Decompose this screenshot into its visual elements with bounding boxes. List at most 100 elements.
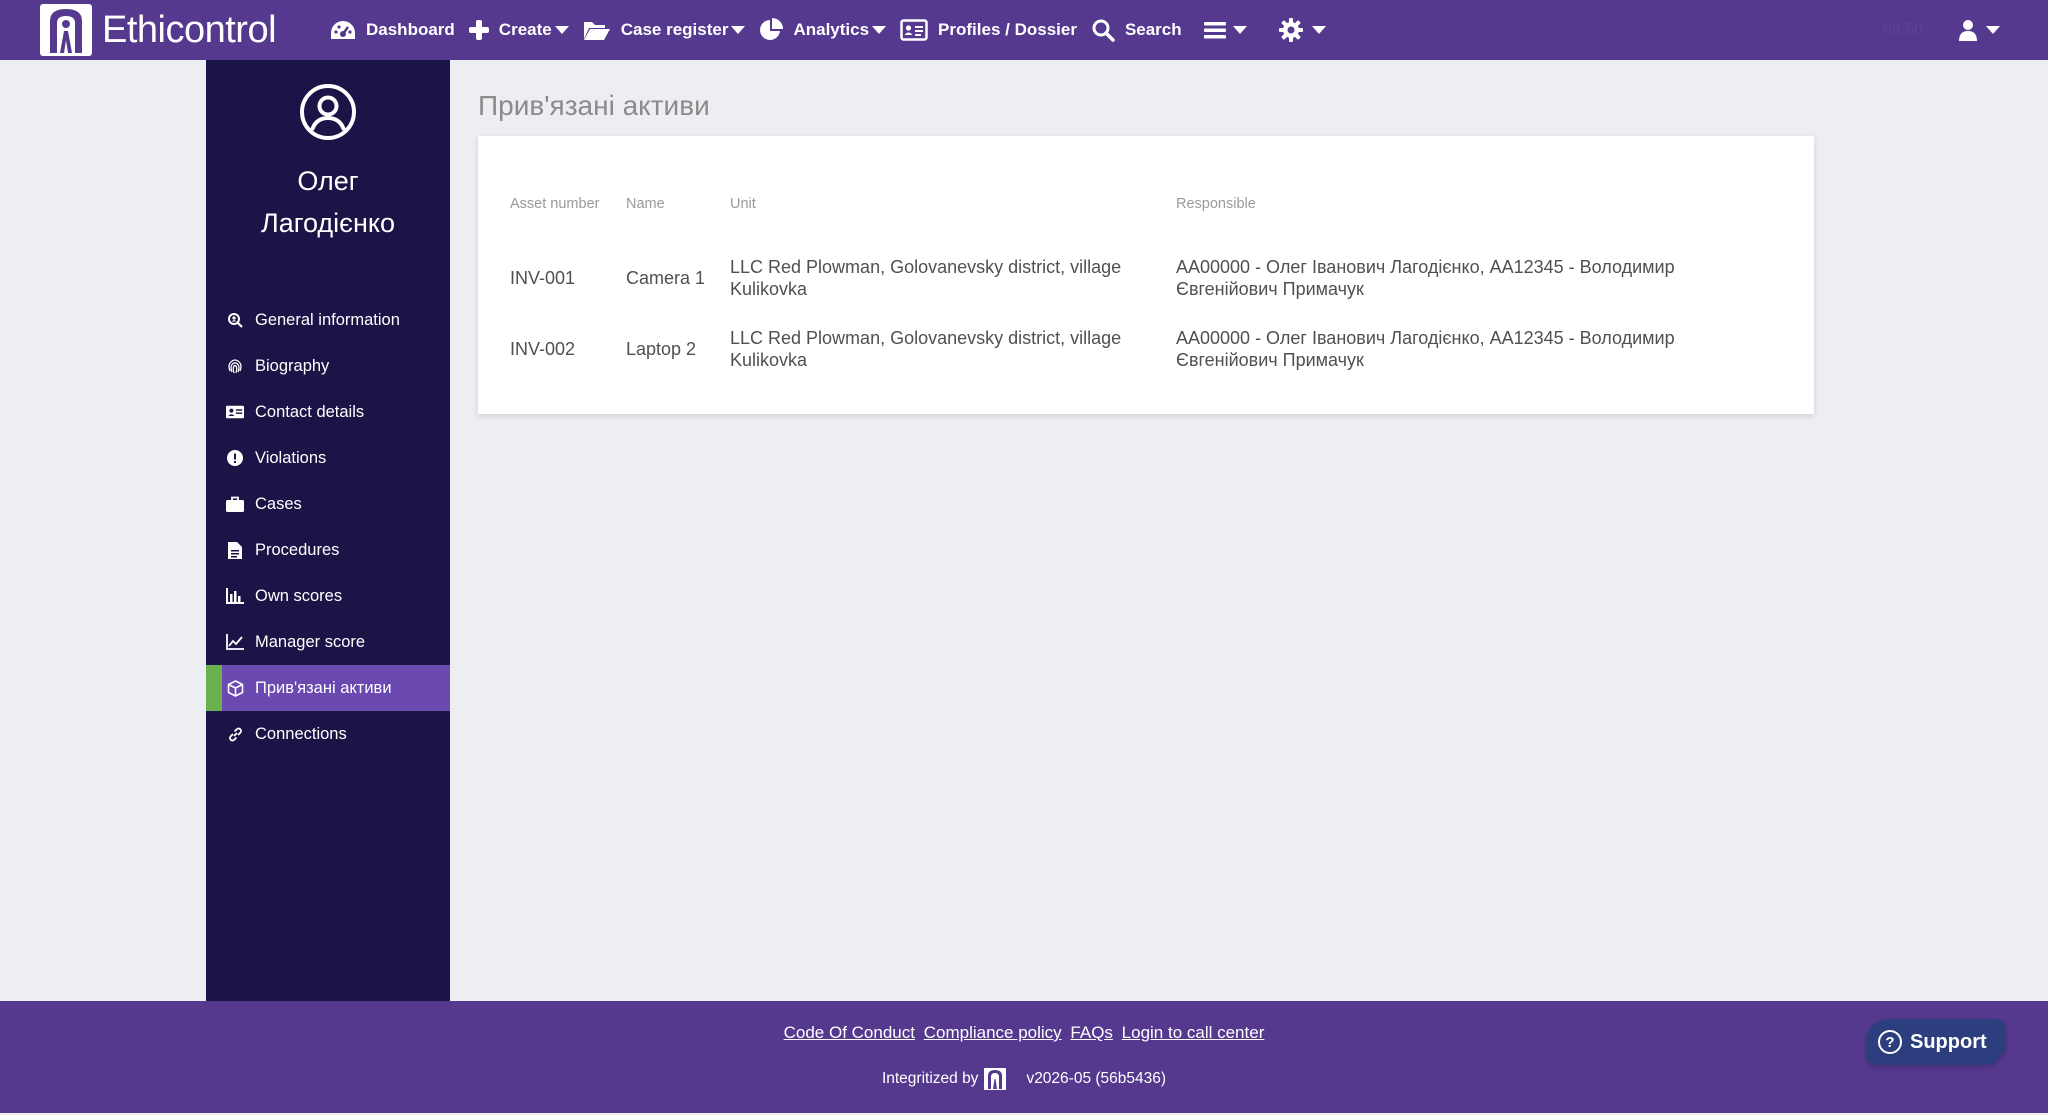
cube-icon xyxy=(226,679,244,697)
integrity-logo-icon xyxy=(984,1068,1007,1090)
chevron-down-icon xyxy=(1311,26,1326,34)
column-header-unit[interactable]: Unit xyxy=(730,166,1176,242)
sidebar-item-label: General information xyxy=(255,310,400,329)
nav-label: Analytics xyxy=(793,20,870,39)
chevron-down-icon xyxy=(731,26,746,34)
sidebar-item-label: Own scores xyxy=(255,586,343,605)
address-card-icon xyxy=(226,403,244,421)
nav-case-register[interactable]: Case register xyxy=(583,19,746,41)
sidebar-item-linked-assets[interactable]: Прив'язані активи xyxy=(206,665,450,711)
page-footer: Code Of Conduct Compliance policy FAQs L… xyxy=(0,1001,2048,1115)
sidebar-item-general-information[interactable]: General information xyxy=(206,297,450,343)
cell-unit: LLC Red Plowman, Golovanevsky district, … xyxy=(730,327,1122,370)
top-navbar: Ethicontrol Dashboard Create Case regist… xyxy=(0,0,2048,60)
nav-label: Case register xyxy=(620,20,729,39)
table-row[interactable]: INV-002 Laptop 2 LLC Red Plowman, Golova… xyxy=(510,313,1706,384)
footer-link-compliance-policy[interactable]: Compliance policy xyxy=(924,1023,1062,1042)
profile-name: Олег Лагодієнко xyxy=(206,160,450,244)
document-icon xyxy=(226,541,244,559)
nav-right: 58:50 xyxy=(1883,0,2000,60)
nav-analytics[interactable]: Analytics xyxy=(759,18,887,42)
pie-chart-icon xyxy=(759,18,784,42)
sidebar-item-cases[interactable]: Cases xyxy=(206,481,450,527)
ethicontrol-logo-icon xyxy=(40,4,92,56)
footer-links: Code Of Conduct Compliance policy FAQs L… xyxy=(0,1023,2048,1043)
profile-menu: General information Biography Contact de… xyxy=(206,297,450,757)
session-timer: 58:50 xyxy=(1882,21,1923,38)
sidebar-item-biography[interactable]: Biography xyxy=(206,343,450,389)
nav-label: Search xyxy=(1124,20,1182,39)
column-header-responsible[interactable]: Responsible xyxy=(1176,166,1706,242)
sidebar-item-procedures[interactable]: Procedures xyxy=(206,527,450,573)
table-row[interactable]: INV-001 Camera 1 LLC Red Plowman, Golova… xyxy=(510,242,1706,313)
sidebar-item-manager-score[interactable]: Manager score xyxy=(206,619,450,665)
hamburger-icon xyxy=(1203,20,1226,40)
footer-meta: Integritized by v2026-05 (56b5436) xyxy=(0,1068,2048,1090)
brand-name: Ethicontrol xyxy=(102,8,277,51)
cell-asset-number: INV-002 xyxy=(510,338,576,359)
nav-more-menu[interactable] xyxy=(1203,20,1247,40)
table-header-row: Asset number Name Unit Responsible xyxy=(510,166,1706,242)
exclamation-icon xyxy=(226,449,244,467)
cell-unit: LLC Red Plowman, Golovanevsky district, … xyxy=(730,256,1122,299)
footer-link-login-call-center[interactable]: Login to call center xyxy=(1122,1023,1265,1042)
nav-search[interactable]: Search xyxy=(1091,18,1182,42)
footer-link-faqs[interactable]: FAQs xyxy=(1070,1023,1113,1042)
cell-name: Camera 1 xyxy=(626,267,706,288)
column-header-asset-number[interactable]: Asset number xyxy=(510,166,626,242)
user-icon xyxy=(1959,19,1977,41)
nav-create[interactable]: Create xyxy=(468,20,569,40)
cell-asset-number: INV-001 xyxy=(510,267,576,288)
sidebar-item-label: Cases xyxy=(255,494,302,513)
brand[interactable]: Ethicontrol xyxy=(40,4,277,56)
chevron-down-icon xyxy=(1986,26,2000,34)
user-menu[interactable] xyxy=(1959,19,2000,41)
profile-first-name: Олег xyxy=(297,166,359,196)
chevron-down-icon xyxy=(872,26,887,34)
sidebar-item-label: Procedures xyxy=(255,540,340,559)
cell-name: Laptop 2 xyxy=(626,338,697,359)
folder-open-icon xyxy=(583,19,611,41)
sidebar-item-own-scores[interactable]: Own scores xyxy=(206,573,450,619)
fingerprint-icon xyxy=(226,357,244,375)
app-version: v2026-05 (56b5436) xyxy=(1026,1070,1167,1087)
page-title: Прив'язані активи xyxy=(478,90,710,121)
assets-table: Asset number Name Unit Responsible INV-0… xyxy=(510,166,1706,384)
sidebar-item-label: Violations xyxy=(255,448,327,467)
id-card-icon xyxy=(900,19,928,41)
nav-label: Profiles / Dossier xyxy=(938,20,1077,39)
question-circle-icon: ? xyxy=(1878,1030,1902,1054)
nav-dashboard[interactable]: Dashboard xyxy=(330,19,455,41)
sidebar-item-label: Biography xyxy=(255,356,330,375)
nav-settings[interactable] xyxy=(1278,18,1326,42)
gear-icon xyxy=(1278,18,1303,42)
assets-card: Asset number Name Unit Responsible INV-0… xyxy=(478,136,1814,414)
sidebar-item-label: Manager score xyxy=(255,632,366,651)
bar-chart-icon xyxy=(226,587,244,605)
line-chart-icon xyxy=(226,633,244,651)
sidebar-item-contact-details[interactable]: Contact details xyxy=(206,389,450,435)
nav-label: Dashboard xyxy=(366,20,455,39)
column-header-name[interactable]: Name xyxy=(626,166,730,242)
user-circle-icon xyxy=(298,82,358,142)
general-info-icon xyxy=(226,311,244,329)
support-button[interactable]: ? Support xyxy=(1866,1019,2006,1065)
sidebar-item-violations[interactable]: Violations xyxy=(206,435,450,481)
plus-icon xyxy=(468,20,489,40)
footer-link-code-of-conduct[interactable]: Code Of Conduct xyxy=(784,1023,915,1042)
sidebar-item-label: Connections xyxy=(255,724,347,743)
profile-last-name: Лагодієнко xyxy=(261,208,395,238)
chevron-down-icon xyxy=(554,26,569,34)
main-nav: Dashboard Create Case register Analytics xyxy=(330,0,1340,60)
cell-responsible: AA00000 - Олег Іванович Лагодієнко, AA12… xyxy=(1176,256,1675,299)
briefcase-icon xyxy=(226,495,244,513)
sidebar-item-connections[interactable]: Connections xyxy=(206,711,450,757)
link-icon xyxy=(226,725,244,743)
nav-label: Create xyxy=(498,20,552,39)
sidebar-item-label: Contact details xyxy=(255,402,365,421)
integritized-by-label: Integritized by xyxy=(881,1070,979,1087)
nav-profiles-dossier[interactable]: Profiles / Dossier xyxy=(900,19,1077,41)
chevron-down-icon xyxy=(1232,26,1247,34)
sidebar-item-label: Прив'язані активи xyxy=(255,678,392,697)
profile-sidebar: Олег Лагодієнко General information Biog… xyxy=(206,60,450,1001)
